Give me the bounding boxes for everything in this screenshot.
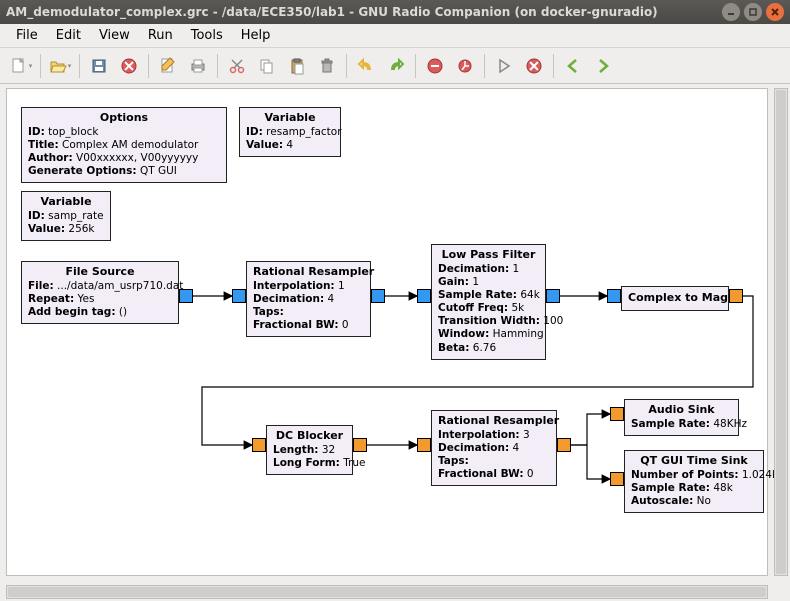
maximize-button[interactable] bbox=[744, 3, 762, 21]
execute-button[interactable] bbox=[490, 52, 518, 80]
menubar: File Edit View Run Tools Help bbox=[0, 24, 790, 48]
horizontal-scrollbar[interactable] bbox=[6, 585, 768, 599]
undo-button[interactable] bbox=[352, 52, 380, 80]
block-variable-resamp-factor[interactable]: Variable ID: resamp_factor Value: 4 bbox=[239, 107, 341, 157]
error-console-button[interactable] bbox=[421, 52, 449, 80]
block-title: QT GUI Time Sink bbox=[631, 454, 757, 468]
port-in[interactable] bbox=[610, 472, 624, 486]
block-qt-gui-time-sink[interactable]: QT GUI Time Sink Number of Points: 1.024… bbox=[624, 450, 764, 513]
port-out[interactable] bbox=[729, 289, 743, 303]
cut-button[interactable] bbox=[223, 52, 251, 80]
port-out[interactable] bbox=[353, 438, 367, 452]
port-in[interactable] bbox=[252, 438, 266, 452]
redo-button[interactable] bbox=[382, 52, 410, 80]
vertical-scrollbar[interactable] bbox=[774, 88, 788, 576]
save-button[interactable] bbox=[85, 52, 113, 80]
block-title: Complex to Mag bbox=[628, 291, 722, 305]
titlebar: AM_demodulator_complex.grc - /data/ECE35… bbox=[0, 0, 790, 24]
print-button[interactable] bbox=[184, 52, 212, 80]
copy-button[interactable] bbox=[253, 52, 281, 80]
block-audio-sink[interactable]: Audio Sink Sample Rate: 48KHz bbox=[624, 399, 739, 436]
menu-run[interactable]: Run bbox=[140, 25, 181, 46]
find-block-button[interactable] bbox=[451, 52, 479, 80]
menu-view[interactable]: View bbox=[91, 25, 138, 46]
block-low-pass-filter[interactable]: Low Pass Filter Decimation: 1 Gain: 1 Sa… bbox=[431, 244, 546, 360]
delete-button[interactable] bbox=[313, 52, 341, 80]
block-title: File Source bbox=[28, 265, 172, 279]
block-file-source[interactable]: File Source File: .../data/am_usrp710.da… bbox=[21, 261, 179, 324]
canvas-area: Options ID: top_block Title: Complex AM … bbox=[0, 84, 790, 601]
menu-help[interactable]: Help bbox=[233, 25, 279, 46]
block-title: Low Pass Filter bbox=[438, 248, 539, 262]
flowgraph-canvas[interactable]: Options ID: top_block Title: Complex AM … bbox=[6, 88, 768, 576]
window-title: AM_demodulator_complex.grc - /data/ECE35… bbox=[6, 5, 722, 19]
port-in[interactable] bbox=[417, 438, 431, 452]
close-flowgraph-button[interactable] bbox=[115, 52, 143, 80]
block-options[interactable]: Options ID: top_block Title: Complex AM … bbox=[21, 107, 227, 183]
menu-tools[interactable]: Tools bbox=[183, 25, 231, 46]
block-title: Variable bbox=[28, 195, 104, 209]
block-title: Audio Sink bbox=[631, 403, 732, 417]
block-title: Options bbox=[28, 111, 220, 125]
block-dc-blocker[interactable]: DC Blocker Length: 32 Long Form: True bbox=[266, 425, 353, 475]
port-out[interactable] bbox=[546, 289, 560, 303]
menu-file[interactable]: File bbox=[8, 25, 46, 46]
new-button[interactable]: ▾ bbox=[7, 52, 35, 80]
port-out[interactable] bbox=[179, 289, 193, 303]
port-in[interactable] bbox=[610, 407, 624, 421]
minimize-button[interactable] bbox=[722, 3, 740, 21]
menu-edit[interactable]: Edit bbox=[48, 25, 89, 46]
block-title: DC Blocker bbox=[273, 429, 346, 443]
port-out[interactable] bbox=[557, 438, 571, 452]
kill-button[interactable] bbox=[520, 52, 548, 80]
block-rational-resampler-1[interactable]: Rational Resampler Interpolation: 1 Deci… bbox=[246, 261, 371, 337]
block-title: Variable bbox=[246, 111, 334, 125]
back-button[interactable] bbox=[559, 52, 587, 80]
block-title: Rational Resampler bbox=[438, 414, 550, 428]
port-out[interactable] bbox=[371, 289, 385, 303]
port-in[interactable] bbox=[232, 289, 246, 303]
block-complex-to-mag[interactable]: Complex to Mag bbox=[621, 286, 729, 311]
paste-button[interactable] bbox=[283, 52, 311, 80]
open-button[interactable]: ▾ bbox=[46, 52, 74, 80]
port-in[interactable] bbox=[607, 289, 621, 303]
block-rational-resampler-2[interactable]: Rational Resampler Interpolation: 3 Deci… bbox=[431, 410, 557, 486]
port-in[interactable] bbox=[417, 289, 431, 303]
forward-button[interactable] bbox=[589, 52, 617, 80]
block-title: Rational Resampler bbox=[253, 265, 364, 279]
close-button[interactable] bbox=[766, 3, 784, 21]
block-variable-samp-rate[interactable]: Variable ID: samp_rate Value: 256k bbox=[21, 191, 111, 241]
toolbar: ▾ ▾ bbox=[0, 48, 790, 84]
edit-properties-button[interactable] bbox=[154, 52, 182, 80]
